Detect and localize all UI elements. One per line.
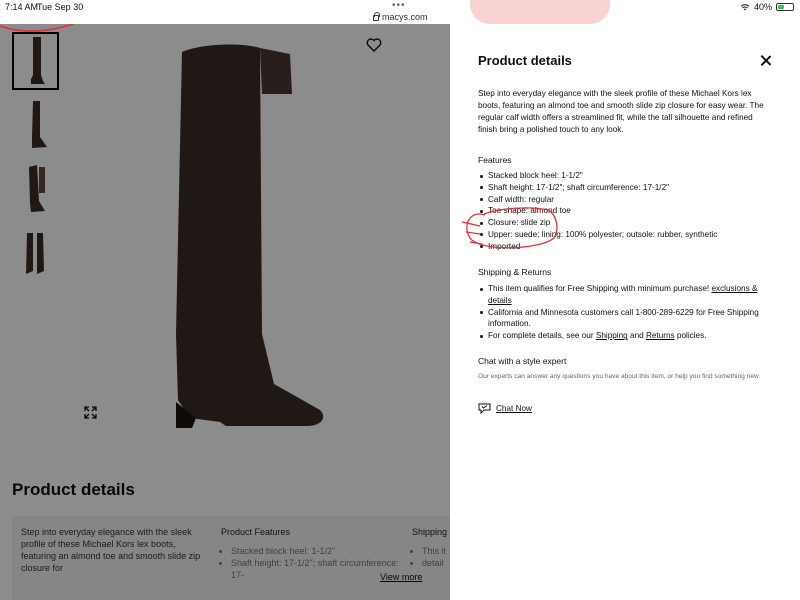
tab-options-dots[interactable]: ••• [392, 0, 406, 11]
status-date: Tue Sep 30 [37, 2, 84, 12]
feature-item: Toe shape: almond toe [478, 205, 768, 217]
lock-icon [373, 12, 380, 21]
status-time: 7:14 AM [5, 2, 39, 12]
shipping-list: This item qualifies for Free Shipping wi… [478, 283, 768, 342]
feature-item: Closure: slide zip [478, 217, 768, 229]
shipping-item: California and Minnesota customers call … [478, 307, 768, 331]
feature-item: Upper: suede; lining: 100% polyester; ou… [478, 229, 768, 241]
close-icon[interactable] [760, 55, 771, 66]
feature-item: Calf width: regular [478, 194, 768, 206]
battery-icon [776, 3, 794, 11]
wifi-icon [740, 3, 750, 10]
red-scribble [470, 0, 610, 24]
battery-fill [778, 5, 784, 9]
shipping-item: This item qualifies for Free Shipping wi… [478, 283, 768, 307]
url-text: macys.com [382, 12, 428, 22]
shipping-item: For complete details, see our Shipping a… [478, 330, 768, 342]
shipping-item-text: policies. [674, 331, 707, 341]
features-list: Stacked block heel: 1-1/2" Shaft height:… [478, 170, 768, 253]
panel-title: Product details [478, 53, 572, 68]
feature-item: Imported [478, 241, 768, 253]
modal-backdrop[interactable] [0, 24, 450, 600]
status-bar: 7:14 AM Tue Sep 30 ••• macys.com 40% [0, 0, 800, 24]
shipping-item-text: This item qualifies for Free Shipping wi… [488, 284, 712, 293]
shipping-heading: Shipping & Returns [478, 267, 552, 277]
shipping-link[interactable]: Shipping [596, 331, 628, 340]
shipping-item-text: and [627, 331, 646, 341]
chat-now-label: Chat Now [496, 404, 532, 413]
product-details-panel: Product details Step into everyday elega… [450, 24, 800, 600]
returns-link[interactable]: Returns [646, 331, 675, 340]
feature-item: Shaft height: 17-1/2"; shaft circumferen… [478, 182, 768, 194]
address-bar[interactable]: macys.com [373, 12, 428, 22]
status-right: 40% [740, 2, 794, 12]
chat-now-button[interactable]: Chat Now [478, 403, 532, 414]
battery-percent: 40% [753, 2, 772, 12]
feature-item: Stacked block heel: 1-1/2" [478, 170, 768, 182]
chat-description: Our experts can answer any questions you… [478, 373, 761, 380]
shipping-item-text: For complete details, see our [488, 331, 596, 341]
chat-heading: Chat with a style expert [478, 356, 567, 366]
chat-bubble-icon [478, 403, 491, 414]
panel-description: Step into everyday elegance with the sle… [478, 89, 764, 134]
features-heading: Features [478, 155, 512, 165]
